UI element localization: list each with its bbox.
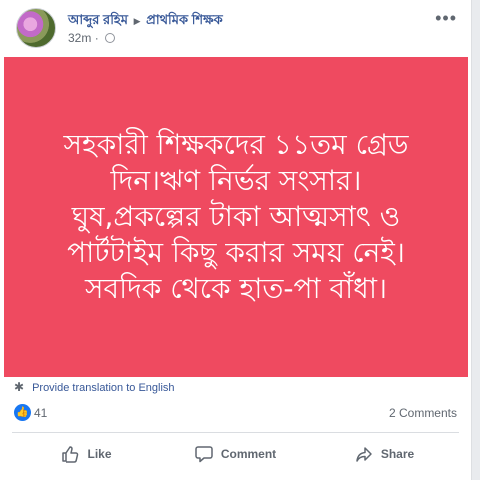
translate-label: Provide translation to English	[32, 382, 175, 394]
post-header: আব্দুর রহিম ▶ প্রাথমিক শিক্ষক 32m · •••	[12, 6, 459, 50]
comments-count[interactable]: 2 Comments	[389, 406, 457, 420]
comment-label: Comment	[220, 447, 277, 461]
share-button[interactable]: Share	[310, 436, 459, 472]
post-time[interactable]: 32m	[68, 31, 91, 45]
like-button[interactable]: Like	[12, 436, 161, 472]
reactions-bar: 👍 41 2 Comments	[14, 404, 457, 424]
avatar[interactable]	[16, 8, 56, 48]
author-name[interactable]: আব্দুর রহিম	[68, 12, 128, 27]
post-text-line: সহকারী শিক্ষকদের ১১তম গ্রেড	[63, 128, 409, 161]
post-text-line: পার্টটাইম কিছু করার সময় নেই।	[67, 236, 405, 269]
author-line: আব্দুর রহিম ▶ প্রাথমিক শিক্ষক	[68, 11, 223, 32]
post-text-line: ঘুষ,প্রকল্পের টাকা আত্মসাৎ ও	[71, 200, 401, 233]
share-icon	[356, 447, 372, 462]
post-text-line: দিন।ঋণ নির্ভর সংসার।	[110, 164, 362, 197]
globe-icon	[105, 33, 116, 43]
like-reaction-icon[interactable]: 👍	[14, 404, 31, 421]
thumbs-up-icon	[62, 446, 79, 463]
post-text: সহকারী শিক্ষকদের ১১তম গ্রেড দিন।ঋণ নির্ভ…	[21, 127, 451, 307]
separator: ·	[94, 31, 103, 45]
caret-right-icon: ▶	[133, 16, 141, 26]
post-text-line: সবদিক থেকে হাত-পা বাঁধা।	[84, 272, 388, 305]
more-options-icon[interactable]: •••	[435, 8, 457, 29]
gear-icon: ✱	[14, 380, 25, 394]
comment-icon	[195, 446, 213, 463]
action-bar: Like Comment Share	[12, 436, 459, 472]
share-label: Share	[380, 447, 415, 461]
like-label: Like	[87, 447, 112, 461]
group-name[interactable]: প্রাথমিক শিক্ষক	[146, 12, 223, 27]
post-meta: 32m ·	[68, 31, 116, 45]
like-count[interactable]: 41	[34, 406, 47, 420]
translate-link[interactable]: ✱ Provide translation to English	[14, 380, 175, 394]
divider	[12, 432, 459, 433]
post-card: আব্দুর রহিম ▶ প্রাথমিক শিক্ষক 32m · ••• …	[0, 0, 472, 480]
comment-button[interactable]: Comment	[161, 436, 310, 472]
post-text-image[interactable]: সহকারী শিক্ষকদের ১১তম গ্রেড দিন।ঋণ নির্ভ…	[4, 57, 468, 377]
